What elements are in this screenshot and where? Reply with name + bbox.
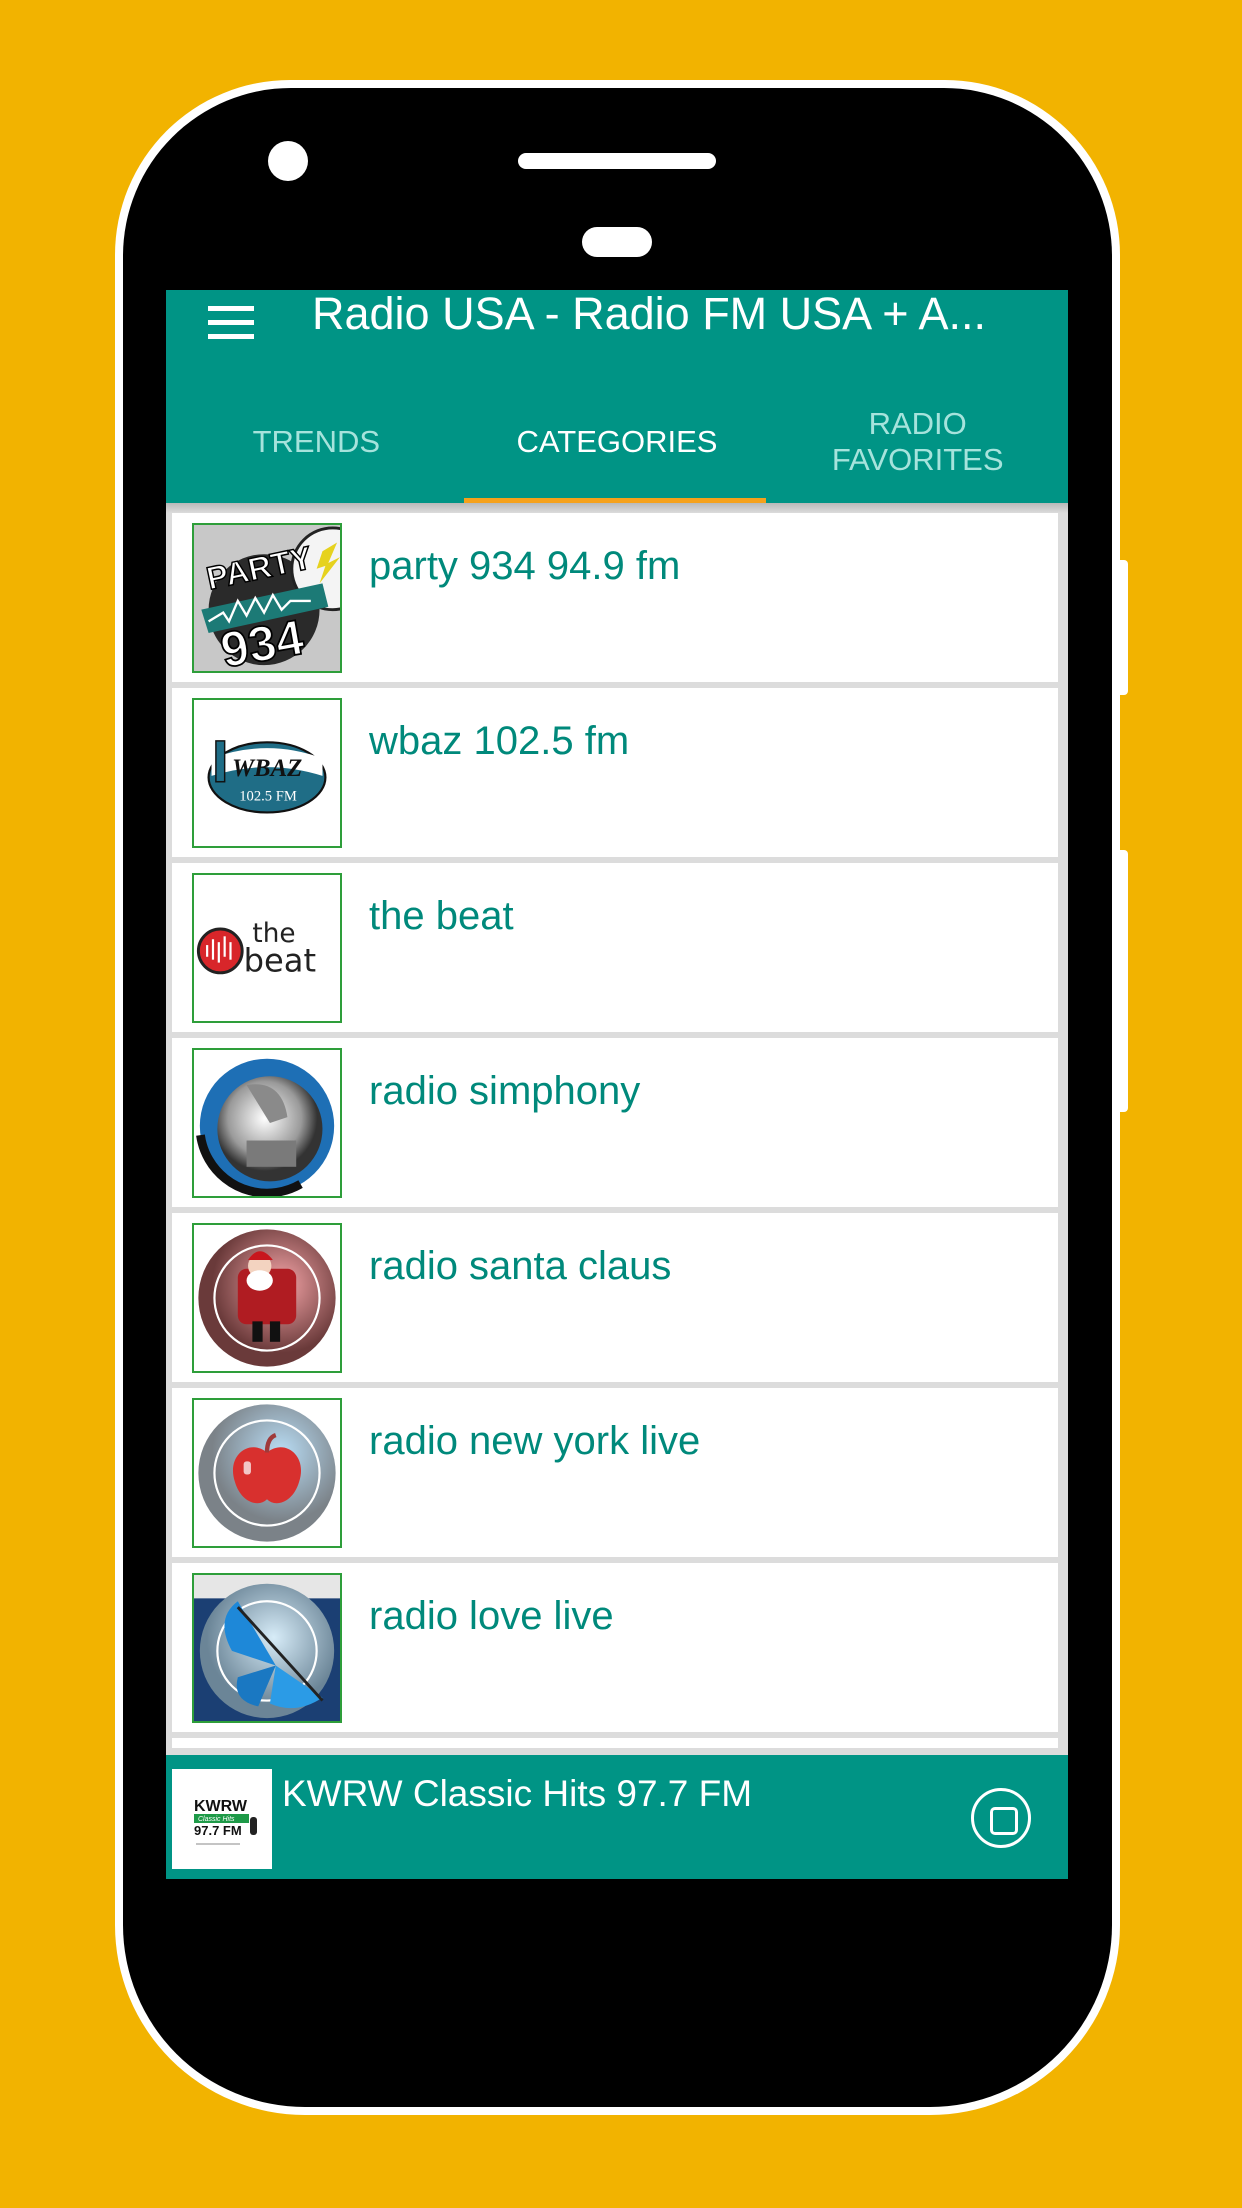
svg-text:WBAZ: WBAZ [232,755,302,782]
radio-new-york-live-logo [192,1398,342,1548]
radio-symphony-logo [192,1048,342,1198]
svg-text:Classic Hits: Classic Hits [198,1816,235,1823]
station-name: wbaz 102.5 fm [369,719,630,763]
station-name: radio new york live [369,1419,701,1463]
station-name: the beat [369,894,514,938]
svg-text:beat: beat [244,941,316,979]
now-playing-title: KWRW Classic Hits 97.7 FM [282,1773,753,1814]
station-name: radio santa claus [369,1244,672,1288]
station-name: radio love live [369,1594,614,1638]
earpiece-speaker [518,153,716,169]
now-playing-bar[interactable]: KWRW Classic Hits 97.7 FM KWRW Classic H… [166,1755,1068,1879]
tab-radio-favorites[interactable]: RADIO FAVORITES [767,380,1068,503]
station-name: radio simphony [369,1069,641,1113]
kwrw-logo: KWRW Classic Hits 97.7 FM [172,1769,272,1869]
stop-icon[interactable] [971,1788,1031,1848]
phone-volume-button [1118,560,1128,695]
app-screen: Radio USA - Radio FM USA + A... TRENDS C… [166,290,1068,1879]
wbaz-logo: WBAZ 102.5 FM [192,698,342,848]
tab-bar: TRENDS CATEGORIES RADIO FAVORITES [166,380,1068,503]
app-bar: Radio USA - Radio FM USA + A... TRENDS C… [166,290,1068,503]
station-list-item[interactable]: radio love live [172,1563,1058,1732]
station-list[interactable]: PARTY 934 party 934 94.9 fm WBAZ 102.5 F… [172,513,1058,1754]
station-list-item[interactable]: the beat the beat [172,863,1058,1032]
station-list-item[interactable]: PARTY 934 party 934 94.9 fm [172,513,1058,682]
svg-text:97.7 FM: 97.7 FM [194,1823,242,1838]
svg-text:102.5 FM: 102.5 FM [239,789,297,805]
app-bar-shadow [166,503,1068,513]
hamburger-menu-icon[interactable] [206,298,266,339]
party-934-logo: PARTY 934 [192,523,342,673]
phone-power-button [1118,850,1128,1112]
station-list-item[interactable]: radio santa claus [172,1213,1058,1382]
proximity-sensor [582,227,652,257]
tab-trends[interactable]: TRENDS [166,380,467,503]
svg-text:KWRW: KWRW [194,1798,248,1815]
radio-love-live-logo [192,1573,342,1723]
radio-santa-claus-logo [192,1223,342,1373]
station-list-item[interactable]: radio simphony [172,1038,1058,1207]
station-list-item[interactable]: radio new york live [172,1388,1058,1557]
the-beat-logo: the beat [192,873,342,1023]
station-list-item[interactable]: WBAZ 102.5 FM wbaz 102.5 fm [172,688,1058,857]
app-title: Radio USA - Radio FM USA + A... [312,290,987,338]
station-list-item-partial [172,1738,1058,1748]
tab-categories[interactable]: CATEGORIES [467,380,768,503]
station-name: party 934 94.9 fm [369,544,681,588]
front-camera [268,141,308,181]
